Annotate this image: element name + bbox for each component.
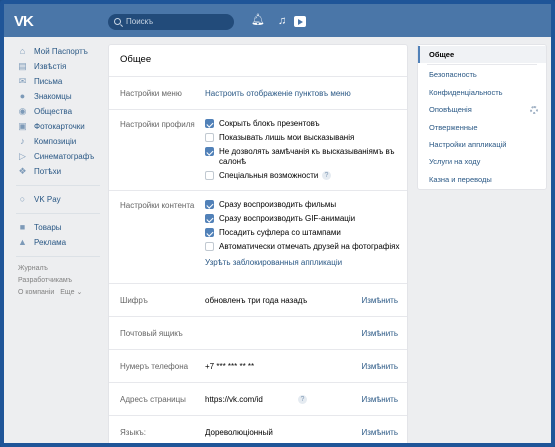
sidebar-item-games[interactable]: ❖ Потѣхи: [16, 164, 108, 179]
ads-icon: ▲: [18, 237, 27, 247]
menu-item-blacklist[interactable]: Отверженные: [418, 119, 546, 136]
sidebar-item-messages[interactable]: ✉ Письма: [16, 74, 108, 89]
friends-icon: ●: [19, 91, 26, 101]
video-icon: ▷: [19, 151, 26, 161]
footer-link-more[interactable]: Еще ⌄: [60, 289, 82, 296]
menu-item-general[interactable]: Общее: [418, 46, 546, 64]
change-phone-button[interactable]: Измѣнить: [361, 362, 398, 371]
settings-menu: Общее Безопасность Конфиденціальность Оп…: [417, 44, 547, 190]
menu-divider: [427, 64, 537, 66]
row-menu-settings: Настройки меню Настроить отображеніе пун…: [109, 77, 407, 110]
row-phone: Нумеръ телефона +7 *** *** ** ** Измѣнит…: [109, 350, 407, 383]
menu-item-app-settings[interactable]: Настройки аппликацій: [418, 136, 546, 153]
sidebar-divider: [16, 213, 100, 214]
row-label: Настройки профиля: [120, 120, 195, 129]
row-content-settings: Настройки контента Сразу воспроизводить …: [109, 191, 407, 284]
settings-panel: Общее Настройки меню Настроить отображен…: [108, 44, 408, 443]
change-language-button[interactable]: Измѣнить: [361, 428, 398, 437]
sidebar-item-video[interactable]: ▷ Синематографъ: [16, 149, 108, 164]
row-label: Языкъ:: [120, 428, 146, 437]
sidebar-divider: [16, 256, 100, 257]
app-frame: VK Поискъ 🔔︎ ♫ ⌂ Мой Паспортъ ▤ Извѣстія ✉…: [0, 0, 555, 447]
footer-link-journal[interactable]: Журналъ: [18, 265, 48, 272]
news-icon: ▤: [18, 61, 27, 71]
help-icon[interactable]: ?: [322, 171, 331, 180]
photos-icon: ▣: [18, 121, 27, 131]
row-profile-settings: Настройки профиля Сокрыть блокъ презенто…: [109, 110, 407, 191]
help-icon[interactable]: ?: [298, 395, 307, 404]
sidebar-item-photos[interactable]: ▣ Фотокарточки: [16, 119, 108, 134]
music-note-icon[interactable]: ♫: [278, 16, 286, 27]
checkbox-checked[interactable]: [205, 214, 214, 223]
configure-menu-link[interactable]: Настроить отображеніе пунктовъ меню: [205, 89, 351, 98]
row-label: Настройки контента: [120, 201, 195, 210]
sidebar-item-profile[interactable]: ⌂ Мой Паспортъ: [16, 44, 108, 59]
row-value: обновленъ три года назадъ: [205, 296, 308, 305]
menu-item-security[interactable]: Безопасность: [418, 66, 546, 83]
menu-item-payments[interactable]: Казна и переводы: [418, 171, 546, 188]
gear-icon[interactable]: [530, 106, 538, 115]
sidebar-item-groups[interactable]: ◉ Общества: [16, 104, 108, 119]
search-input[interactable]: Поискъ: [108, 14, 234, 30]
footer-link-about[interactable]: О компаніи: [18, 289, 54, 296]
sidebar-item-friends[interactable]: ● Знакомцы: [16, 89, 108, 104]
play-icon[interactable]: [294, 16, 306, 27]
sidebar-footer: Журналъ Разработчикамъ О компаніи Еще ⌄: [16, 263, 108, 299]
row-label: Адресъ страницы: [120, 395, 186, 404]
change-password-button[interactable]: Измѣнить: [361, 296, 398, 305]
checkbox-unchecked[interactable]: [205, 171, 214, 180]
menu-item-privacy[interactable]: Конфиденціальность: [418, 84, 546, 101]
search-placeholder: Поискъ: [126, 17, 154, 26]
row-language: Языкъ: Дореволюціонный Измѣнить: [109, 416, 407, 443]
checkbox-checked[interactable]: [205, 228, 214, 237]
row-value: https://vk.com/id: [205, 395, 263, 404]
row-label: Настройки меню: [120, 89, 182, 98]
row-password: Шифръ обновленъ три года назадъ Измѣнить: [109, 284, 407, 317]
sidebar-item-news[interactable]: ▤ Извѣстія: [16, 59, 108, 74]
checkbox-checked[interactable]: [205, 147, 214, 156]
checkbox-checked[interactable]: [205, 119, 214, 128]
row-address: Адресъ страницы https://vk.com/id ? Измѣ…: [109, 383, 407, 416]
music-icon: ♪: [20, 136, 25, 146]
page-title: Общее: [109, 45, 407, 77]
change-email-button[interactable]: Измѣнить: [361, 329, 398, 338]
left-sidebar: ⌂ Мой Паспортъ ▤ Извѣстія ✉ Письма ● Знакомц…: [16, 44, 108, 299]
blocked-apps-link[interactable]: Узрѣть заблокированныя аппликаціи: [205, 258, 342, 267]
sidebar-item-vkpay[interactable]: ○ VK Pay: [16, 192, 108, 207]
checkbox-unchecked[interactable]: [205, 242, 214, 251]
sidebar-divider: [16, 185, 100, 186]
messages-icon: ✉: [18, 76, 27, 86]
change-address-button[interactable]: Измѣнить: [361, 395, 398, 404]
footer-link-developers[interactable]: Разработчикамъ: [18, 277, 72, 284]
search-icon: [114, 18, 121, 25]
row-label: Нумеръ телефона: [120, 362, 189, 371]
groups-icon: ◉: [18, 106, 27, 116]
row-label: Почтовый ящикъ: [120, 329, 183, 338]
sidebar-item-market[interactable]: ■ Товары: [16, 220, 108, 235]
vkpay-icon: ○: [19, 194, 26, 204]
vk-logo[interactable]: VK: [14, 13, 38, 30]
row-label: Шифръ: [120, 296, 148, 305]
sidebar-item-ads[interactable]: ▲ Реклама: [16, 235, 108, 250]
checkbox-unchecked[interactable]: [205, 133, 214, 142]
sidebar-item-music[interactable]: ♪ Композиціи: [16, 134, 108, 149]
menu-item-notifications[interactable]: Оповѣщенія: [418, 101, 546, 118]
checkbox-checked[interactable]: [205, 200, 214, 209]
row-value: +7 *** *** ** **: [205, 362, 255, 371]
menu-item-mobile-services[interactable]: Услуги на ходу: [418, 153, 546, 170]
row-email: Почтовый ящикъ Измѣнить: [109, 317, 407, 350]
games-icon: ❖: [18, 166, 27, 176]
row-value: Дореволюціонный: [205, 428, 273, 437]
market-icon: ■: [19, 222, 26, 232]
bell-icon[interactable]: 🔔︎: [251, 15, 265, 26]
top-bar: VK Поискъ 🔔︎ ♫: [4, 4, 551, 37]
home-icon: ⌂: [19, 46, 26, 56]
